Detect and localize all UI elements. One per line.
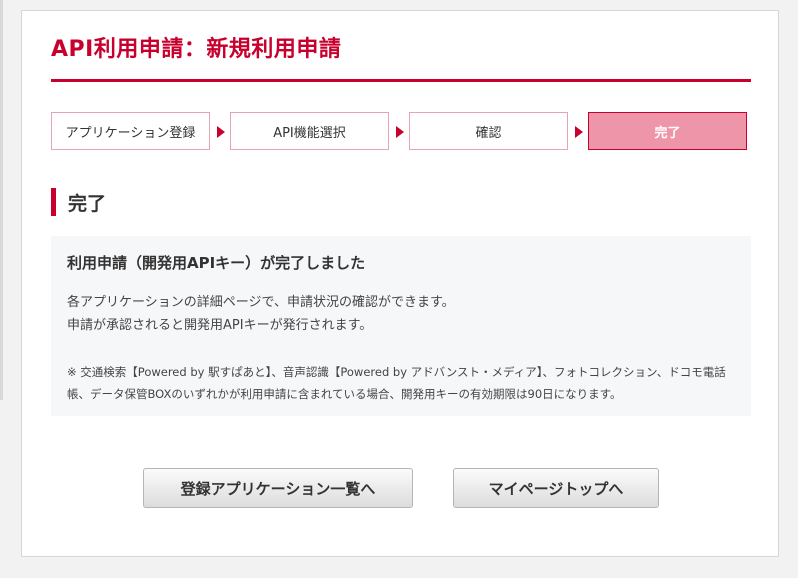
completion-message-box: 利用申請（開発用APIキー）が完了しました 各アプリケーションの詳細ページで、申… — [51, 236, 751, 416]
left-edge-divider — [0, 0, 3, 400]
section-header: 完了 — [51, 188, 106, 216]
step-arrow-icon — [217, 126, 225, 138]
main-card: API利用申請：新規利用申請 アプリケーション登録 API機能選択 確認 完了 … — [21, 10, 779, 557]
step-arrow-icon — [396, 126, 404, 138]
step-app-registration: アプリケーション登録 — [51, 112, 210, 150]
page-title: API利用申請：新規利用申請 — [51, 37, 342, 62]
step-arrow-icon — [575, 126, 583, 138]
step-api-selection: API機能選択 — [230, 112, 389, 150]
step-confirm: 確認 — [409, 112, 568, 150]
completion-line-1: 各アプリケーションの詳細ページで、申請状況の確認ができます。 — [67, 295, 455, 310]
completion-heading: 利用申請（開発用APIキー）が完了しました — [67, 254, 366, 272]
section-title: 完了 — [68, 192, 107, 215]
mypage-top-button[interactable]: マイページトップへ — [453, 468, 659, 508]
completion-line-2: 申請が承認されると開発用APIキーが発行されます。 — [67, 318, 373, 333]
progress-steps: アプリケーション登録 API機能選択 確認 完了 — [51, 112, 751, 150]
title-underline — [51, 79, 751, 82]
section-accent-bar — [51, 188, 56, 216]
app-list-button[interactable]: 登録アプリケーション一覧へ — [143, 468, 413, 508]
expiry-note: ※ 交通検索【Powered by 駅すぱあと】、音声認識【Powered by… — [67, 365, 726, 401]
step-complete: 完了 — [588, 112, 747, 150]
